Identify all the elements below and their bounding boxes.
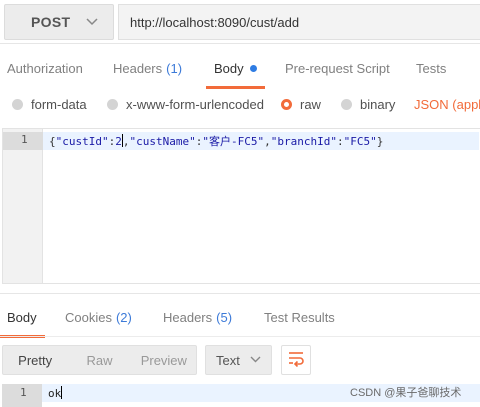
radio-circle (341, 99, 352, 110)
wrap-lines-icon (287, 351, 305, 370)
preview-button[interactable]: Preview (132, 346, 196, 374)
format-select[interactable]: Text (205, 345, 272, 375)
tab-cookies[interactable]: Cookies (2) (65, 296, 132, 338)
tab-count: (2) (115, 309, 132, 325)
tab-count: (5) (216, 309, 233, 325)
tab-label: Tests (416, 60, 447, 76)
raw-button[interactable]: Raw (67, 346, 131, 374)
code-key: "branchId" (270, 135, 337, 148)
modified-dot-icon (249, 64, 257, 72)
section-divider (0, 293, 480, 294)
radio-label: binary (360, 97, 396, 112)
tab-label: Authorization (7, 60, 83, 76)
code-comma: , (264, 135, 271, 148)
tab-label: Body (7, 309, 37, 325)
text-cursor (61, 386, 63, 399)
tab-headers[interactable]: Headers (1) (113, 47, 182, 89)
radio-label: form-data (31, 97, 87, 112)
content-type-select[interactable]: JSON (applic (414, 97, 480, 112)
body-type-selector: form-data x-www-form-urlencoded raw bina… (0, 90, 480, 120)
method-select[interactable]: POST (4, 4, 114, 40)
tab-label: Body (214, 60, 244, 76)
code-value: "FC5" (343, 135, 377, 148)
radio-raw[interactable]: raw (281, 97, 321, 112)
tab-body[interactable]: Body (206, 47, 265, 89)
radio-form-data[interactable]: form-data (12, 97, 87, 112)
response-text-value: ok (48, 387, 62, 400)
radio-urlencoded[interactable]: x-www-form-urlencoded (107, 97, 264, 112)
code-value: 2 (115, 135, 122, 148)
tab-test-results[interactable]: Test Results (264, 296, 335, 338)
response-toolbar: Pretty Raw Preview Text (0, 345, 480, 375)
tab-label: Test Results (264, 309, 335, 325)
tab-label: Headers (163, 309, 213, 325)
wrap-lines-button[interactable] (281, 345, 311, 375)
tabs-divider (0, 336, 480, 337)
response-tabs: Body Cookies (2) Headers (5) Test Result… (0, 296, 480, 338)
url-input[interactable]: http://localhost:8090/cust/add (118, 4, 480, 40)
view-mode-segmented: Pretty Raw Preview (2, 345, 197, 375)
request-tabs: Authorization Headers (1) Body Pre-reque… (0, 47, 480, 89)
code-colon: : (336, 135, 344, 148)
tab-response-headers[interactable]: Headers (5) (163, 296, 232, 338)
request-body-editor[interactable]: 1 {"custId":2,"custName":"客户-FC5","branc… (2, 128, 480, 284)
tab-response-body[interactable]: Body (0, 296, 45, 338)
request-bar: POST http://localhost:8090/cust/add (0, 0, 480, 44)
tab-label: Pre-request Script (285, 60, 390, 76)
radio-circle (107, 99, 118, 110)
radio-binary[interactable]: binary (341, 97, 395, 112)
radio-label: raw (300, 97, 321, 112)
tab-count: (1) (166, 60, 183, 76)
tab-label: Headers (113, 60, 163, 76)
code-line: {"custId":2,"custName":"客户-FC5","branchI… (49, 133, 383, 149)
code-value: "客户-FC5" (202, 135, 265, 148)
code-key: "custId" (55, 135, 109, 148)
radio-circle (12, 99, 23, 110)
format-label: Text (216, 352, 240, 368)
watermark: CSDN @果子爸聊技术 (350, 387, 462, 399)
chevron-down-icon (86, 15, 98, 29)
radio-circle-selected (281, 99, 292, 110)
tab-tests[interactable]: Tests (416, 47, 446, 89)
line-number: 1 (20, 386, 27, 399)
tab-authorization[interactable]: Authorization (7, 47, 83, 89)
editor-gutter (3, 129, 43, 283)
tab-pre-request-script[interactable]: Pre-request Script (285, 47, 390, 89)
tab-label: Cookies (65, 309, 112, 325)
line-number: 1 (21, 133, 28, 146)
response-text: ok (48, 386, 63, 400)
code-key: "custName" (129, 135, 196, 148)
method-label: POST (31, 14, 71, 30)
radio-label: x-www-form-urlencoded (126, 97, 264, 112)
code-brace: } (376, 135, 384, 148)
chevron-down-icon (250, 354, 261, 366)
code-brace: { (49, 135, 56, 148)
pretty-button[interactable]: Pretty (3, 346, 67, 374)
